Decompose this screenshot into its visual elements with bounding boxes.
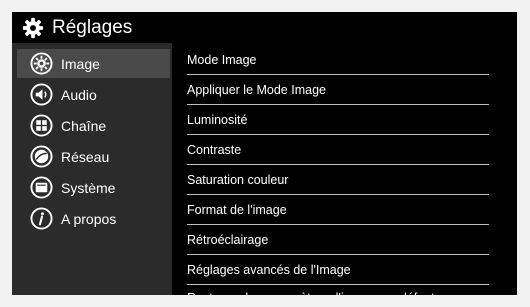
divider — [187, 134, 489, 135]
option-format-image[interactable]: Format de l'image — [187, 196, 487, 223]
sidebar-item-reseau[interactable]: Réseau — [12, 142, 165, 171]
option-retroeclairage[interactable]: Rétroéclairage — [187, 226, 487, 253]
settings-header: Réglages — [12, 12, 517, 43]
sidebar-item-systeme[interactable]: Système — [12, 173, 165, 202]
sidebar-item-image[interactable]: Image — [17, 49, 170, 78]
sidebar-item-label: Réseau — [61, 148, 110, 165]
divider — [187, 254, 489, 255]
sidebar-item-label: Image — [61, 55, 100, 72]
picture-settings-icon — [30, 52, 53, 75]
sidebar-item-label: Système — [61, 179, 116, 196]
speaker-icon — [30, 83, 53, 106]
sidebar-item-a-propos[interactable]: A propos — [12, 204, 165, 233]
sidebar-item-chaine[interactable]: Chaîne — [12, 111, 165, 140]
page-title: Réglages — [52, 16, 133, 38]
gear-icon — [22, 17, 44, 38]
settings-sidebar: Image Audio Chaîne Réseau Système A prop… — [12, 43, 172, 295]
info-icon — [30, 207, 53, 230]
divider — [187, 104, 489, 105]
option-appliquer-mode-image[interactable]: Appliquer le Mode Image — [187, 76, 487, 103]
option-mode-image[interactable]: Mode Image — [187, 46, 487, 73]
divider — [187, 194, 489, 195]
image-settings-menu: Mode Image Appliquer le Mode Image Lumin… — [172, 43, 517, 295]
divider — [187, 164, 489, 165]
grid-channel-icon — [30, 114, 53, 137]
option-reglages-avances[interactable]: Réglages avancés de l'Image — [187, 256, 487, 283]
divider — [187, 224, 489, 225]
sidebar-item-label: Audio — [61, 86, 97, 103]
tv-settings-screen: Réglages Image Audio Chaîne Réseau Systè… — [12, 12, 517, 295]
sidebar-item-label: A propos — [61, 210, 117, 227]
system-screen-icon — [30, 176, 53, 199]
sidebar-item-label: Chaîne — [61, 117, 107, 134]
sidebar-item-audio[interactable]: Audio — [12, 80, 165, 109]
globe-icon — [30, 145, 53, 168]
option-saturation-couleur[interactable]: Saturation couleur — [187, 166, 487, 193]
divider — [187, 74, 489, 75]
option-luminosite[interactable]: Luminosité — [187, 106, 487, 133]
option-contraste[interactable]: Contraste — [187, 136, 487, 163]
option-restaurer-defaut[interactable]: Restaurer les paramètres d'image par déf… — [187, 284, 487, 296]
